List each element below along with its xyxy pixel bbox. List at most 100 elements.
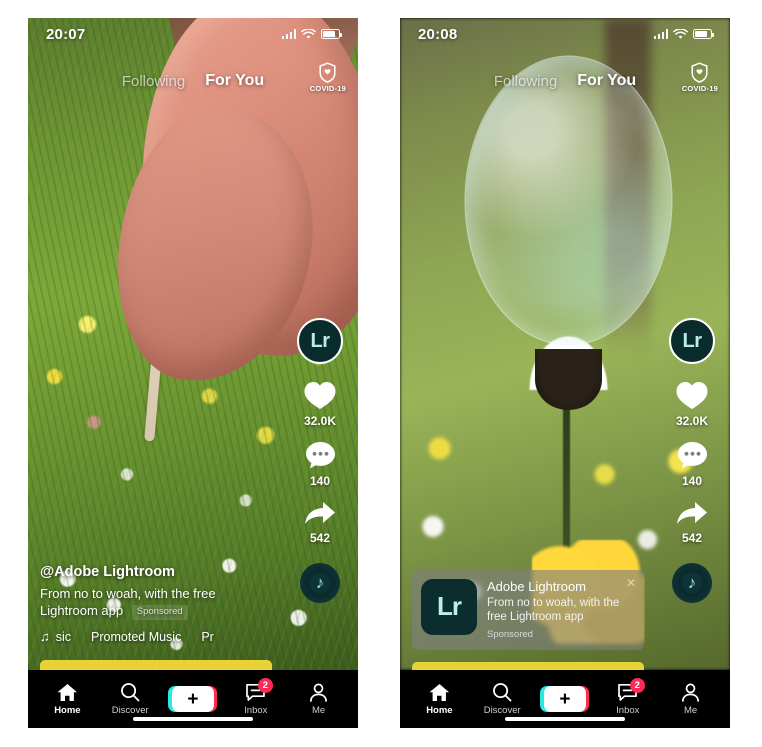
like-button-left[interactable]: 32.0K [303, 380, 337, 428]
music-disc-button-left[interactable]: ♪ [300, 563, 340, 603]
plus-create-icon[interactable]: + [540, 686, 590, 712]
nav-label: Discover [111, 705, 149, 716]
author-handle[interactable]: @Adobe Lightroom [40, 564, 272, 580]
caption-description: From no to woah, with the free Lightroom… [40, 586, 216, 619]
tab-for-you[interactable]: For You [577, 72, 636, 90]
share-count: 542 [309, 531, 331, 545]
tab-for-you[interactable]: For You [205, 72, 264, 90]
nav-item-home[interactable]: Home [39, 683, 95, 716]
comment-icon [305, 442, 335, 469]
nav-item-me[interactable]: Me [291, 683, 347, 716]
nav-item-inbox[interactable]: 2 Inbox [600, 677, 656, 716]
ad-card-body: ✕ Adobe Lightroom From no to woah, with … [487, 577, 636, 640]
home-indicator-left [133, 717, 253, 721]
sponsored-badge: Sponsored [131, 605, 188, 620]
status-bar-right: 20:08 [400, 18, 730, 50]
inbox-badge: 2 [257, 677, 273, 693]
music-note-icon: ♪ [687, 573, 697, 592]
status-bar-left: 20:07 [28, 18, 358, 50]
like-count: 32.0K [675, 414, 709, 428]
tab-following[interactable]: Following [494, 73, 557, 90]
share-arrow-icon [305, 502, 335, 524]
covid-info-button-left[interactable]: COVID-19 [310, 62, 346, 93]
top-tabs-right: Following For You [400, 64, 730, 98]
signal-bars-icon [653, 29, 668, 39]
music-ticker: sic Promoted Music Pr [56, 630, 214, 644]
wifi-icon [301, 28, 316, 39]
battery-icon [693, 29, 714, 39]
status-icons [281, 28, 342, 40]
nav-label: Inbox [616, 704, 640, 716]
phone-panel-left: 20:07 Following For You COVID-19 Lr 32.0… [28, 18, 358, 728]
video-caption-left: @Adobe Lightroom From no to woah, with t… [40, 564, 272, 644]
music-disc-button-right[interactable]: ♪ [672, 563, 712, 603]
nav-item-create[interactable]: + [165, 686, 221, 712]
status-icons [653, 28, 714, 40]
signal-bars-icon [281, 29, 296, 39]
top-tabs-left: Following For You [28, 64, 358, 98]
comment-button-left[interactable]: 140 [304, 440, 337, 488]
nav-label: Home [54, 704, 81, 716]
search-icon [121, 683, 140, 702]
music-ticker-part: Promoted Music [91, 629, 182, 644]
like-count: 32.0K [303, 414, 337, 428]
heart-icon [676, 382, 708, 409]
daisy-stem-shape [563, 383, 571, 566]
ad-sponsored-label: Sponsored [487, 629, 533, 640]
covid-label: COVID-19 [309, 84, 346, 93]
comment-count: 140 [309, 474, 331, 488]
soap-bubble-shape [466, 57, 671, 344]
share-arrow-icon [677, 502, 707, 524]
plus-create-icon[interactable]: + [168, 686, 218, 712]
share-count: 542 [681, 531, 703, 545]
nav-label: Inbox [244, 704, 268, 716]
nav-item-discover[interactable]: Discover [474, 682, 530, 716]
screenshot-stage: 20:07 Following For You COVID-19 Lr 32.0… [0, 0, 762, 747]
music-ticker-part: Pr [201, 629, 214, 644]
create-plus-glyph: + [171, 686, 214, 712]
home-indicator-right [505, 717, 625, 721]
lightroom-app-icon: Lr [421, 578, 477, 635]
ad-title: Adobe Lightroom [487, 578, 587, 594]
share-button-left[interactable]: 542 [303, 500, 337, 545]
like-button-right[interactable]: 32.0K [675, 380, 709, 428]
status-clock: 20:08 [418, 25, 458, 43]
wifi-icon [673, 28, 688, 39]
battery-icon [321, 29, 342, 39]
avatar[interactable]: Lr [669, 318, 715, 364]
share-button-right[interactable]: 542 [675, 500, 709, 545]
close-icon[interactable]: ✕ [626, 577, 636, 589]
nav-label: Discover [483, 705, 521, 716]
sponsored-ad-card[interactable]: Lr ✕ Adobe Lightroom From no to woah, wi… [412, 569, 644, 650]
avatar[interactable]: Lr [297, 318, 343, 364]
home-icon [57, 683, 77, 701]
caption-text: From no to woah, with the free Lightroom… [40, 585, 272, 620]
nav-item-inbox[interactable]: 2 Inbox [228, 677, 284, 716]
create-plus-glyph: + [543, 686, 586, 712]
nav-item-create[interactable]: + [537, 686, 593, 712]
nav-item-me[interactable]: Me [663, 683, 719, 716]
heart-icon [304, 382, 336, 409]
action-rail-left: Lr 32.0K 140 542 ♪ [292, 318, 348, 603]
home-icon [429, 683, 449, 701]
daisy-core [535, 348, 602, 410]
inbox-badge: 2 [629, 677, 645, 693]
nav-item-discover[interactable]: Discover [102, 682, 158, 716]
music-note-icon: ♪ [315, 573, 325, 592]
action-rail-right: Lr 32.0K 140 542 ♪ [664, 318, 720, 603]
person-icon [310, 683, 328, 702]
person-icon [682, 683, 700, 702]
covid-info-button-right[interactable]: COVID-19 [682, 62, 718, 93]
shield-heart-icon [691, 62, 708, 83]
comment-button-right[interactable]: 140 [676, 440, 709, 488]
nav-label: Me [683, 704, 698, 716]
phone-panel-right: 20:08 Following For You COVID-19 Lr 32.0… [400, 18, 730, 728]
status-clock: 20:07 [46, 25, 86, 43]
music-note-icon: ♫ [40, 629, 50, 644]
nav-label: Me [311, 704, 326, 716]
search-icon [493, 683, 512, 702]
comment-icon [677, 442, 707, 469]
nav-item-home[interactable]: Home [411, 683, 467, 716]
tab-following[interactable]: Following [122, 73, 185, 90]
music-ticker-row[interactable]: ♫ sic Promoted Music Pr [40, 629, 272, 644]
